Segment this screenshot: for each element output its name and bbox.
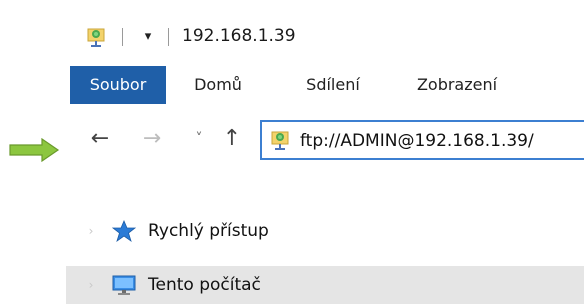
annotation-arrow-icon bbox=[9, 138, 60, 162]
window-title: 192.168.1.39 bbox=[182, 26, 296, 46]
address-bar[interactable]: ftp://ADMIN@192.168.1.39/ bbox=[260, 120, 584, 160]
computer-icon bbox=[112, 275, 136, 295]
sidebar-item-label: Tento počítač bbox=[148, 275, 261, 295]
address-text: ftp://ADMIN@192.168.1.39/ bbox=[300, 131, 534, 151]
toolbar-separator bbox=[168, 28, 169, 46]
star-icon bbox=[112, 220, 136, 242]
sidebar-item-quick-access[interactable]: › Rychlý přístup bbox=[66, 212, 584, 250]
toolbar-separator bbox=[122, 28, 123, 46]
recent-locations-button[interactable]: ˅ bbox=[188, 124, 210, 154]
chevron-right-icon[interactable]: › bbox=[84, 212, 98, 250]
back-button[interactable]: ← bbox=[86, 124, 114, 154]
sidebar-item-this-pc[interactable]: › Tento počítač bbox=[66, 266, 584, 304]
tab-soubor[interactable]: Soubor bbox=[70, 66, 166, 104]
network-folder-icon bbox=[87, 28, 105, 47]
forward-button[interactable]: → bbox=[138, 124, 166, 154]
title-bar: ▾ 192.168.1.39 bbox=[66, 0, 584, 66]
chevron-right-icon[interactable]: › bbox=[84, 266, 98, 304]
up-button[interactable]: ↑ bbox=[218, 124, 246, 154]
ribbon-tabs: Soubor Domů Sdílení Zobrazení bbox=[66, 66, 584, 104]
network-folder-icon bbox=[271, 131, 289, 150]
quick-access-dropdown-button[interactable]: ▾ bbox=[140, 28, 156, 46]
tab-domu[interactable]: Domů bbox=[178, 66, 258, 104]
sidebar-item-label: Rychlý přístup bbox=[148, 221, 269, 241]
navigation-bar: ← → ˅ ↑ ftp://ADMIN@192.168.1.39/ bbox=[66, 110, 584, 170]
tab-zobrazeni[interactable]: Zobrazení bbox=[402, 66, 512, 104]
explorer-window: ▾ 192.168.1.39 Soubor Domů Sdílení Zobra… bbox=[66, 0, 584, 304]
tab-sdileni[interactable]: Sdílení bbox=[288, 66, 378, 104]
